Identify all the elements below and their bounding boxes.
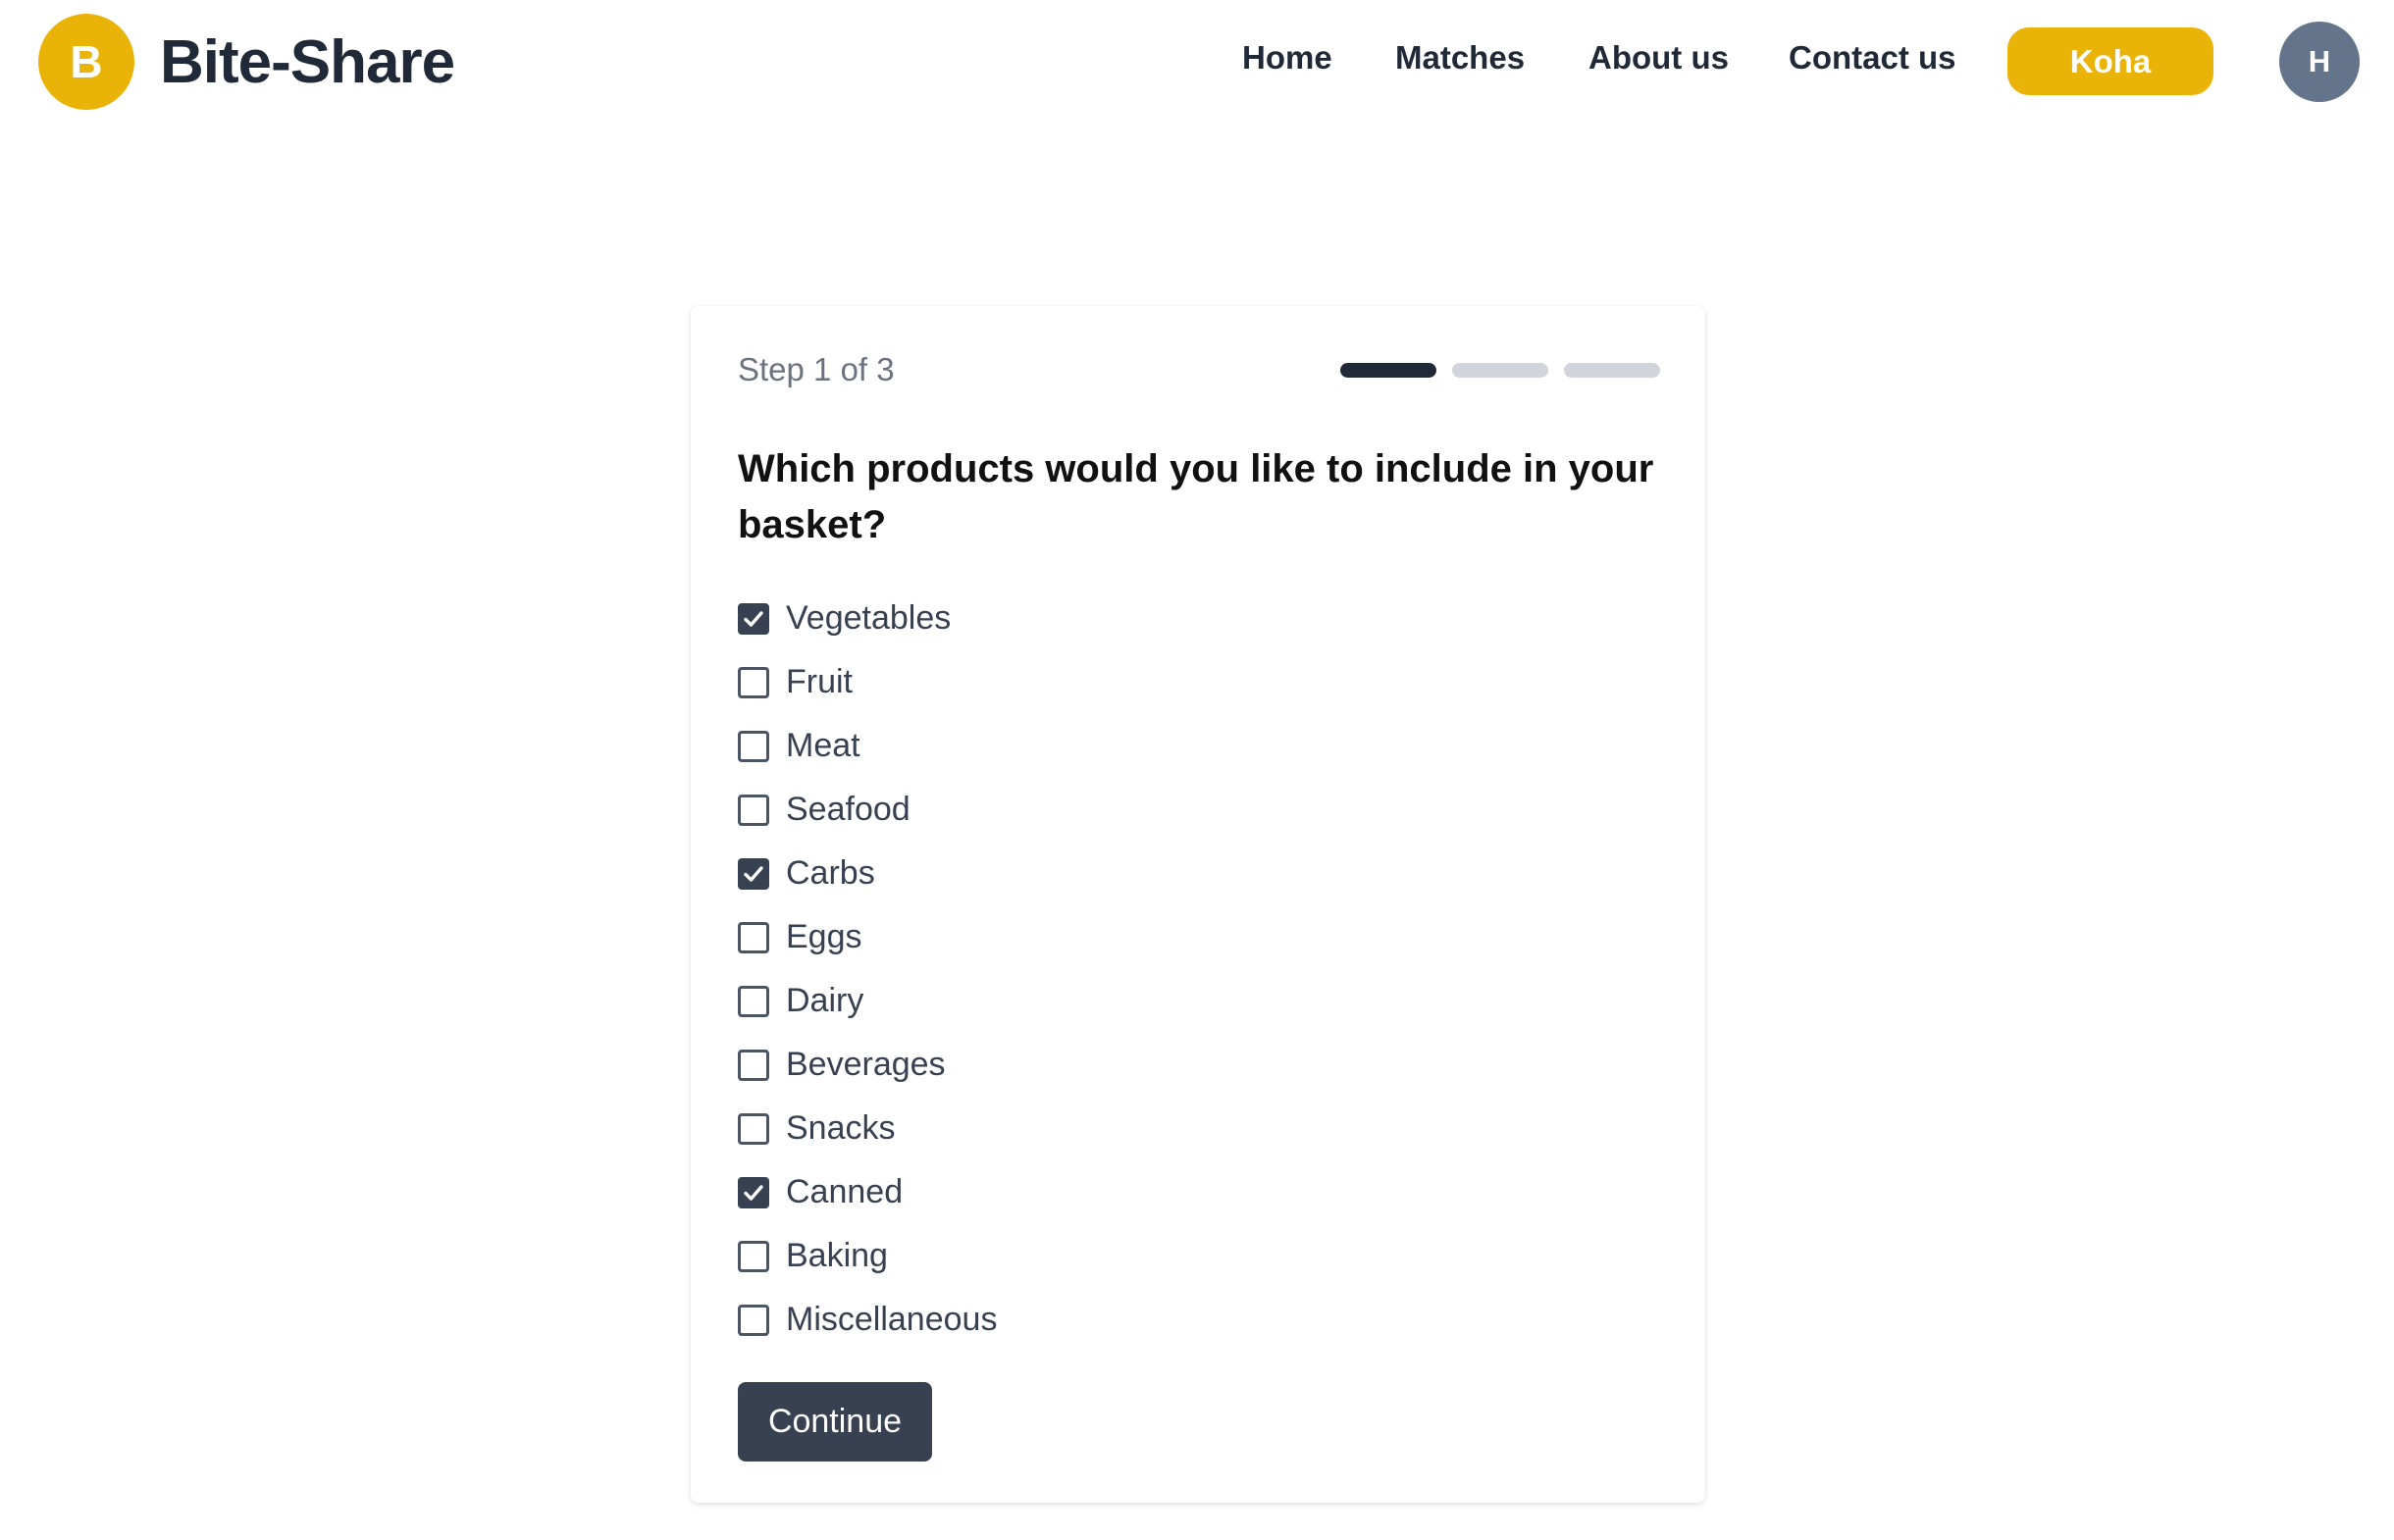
checkbox-dairy[interactable] (738, 985, 769, 1017)
option-label: Seafood (786, 791, 911, 828)
checkbox-snacks[interactable] (738, 1112, 769, 1145)
option-carbs[interactable]: Carbs (738, 842, 997, 905)
user-avatar[interactable]: H (2279, 22, 2360, 102)
checkbox-baking[interactable] (738, 1240, 769, 1272)
option-label: Baking (786, 1237, 888, 1274)
checkbox-fruit[interactable] (738, 666, 769, 698)
step-progress-bar (1340, 363, 1660, 378)
option-vegetables[interactable]: Vegetables (738, 587, 997, 650)
checkbox-eggs[interactable] (738, 921, 769, 953)
option-label: Vegetables (786, 599, 952, 637)
option-snacks[interactable]: Snacks (738, 1097, 997, 1160)
option-dairy[interactable]: Dairy (738, 969, 997, 1033)
checkbox-vegetables[interactable] (738, 602, 769, 635)
wizard-card: Step 1 of 3 Which products would you lik… (691, 306, 1705, 1503)
continue-button[interactable]: Continue (738, 1382, 932, 1462)
checkmark-icon (744, 865, 763, 882)
nav-link-home[interactable]: Home (1242, 39, 1332, 77)
option-label: Eggs (786, 918, 862, 955)
question-heading: Which products would you like to include… (738, 447, 1654, 546)
checkbox-carbs[interactable] (738, 857, 769, 890)
option-label: Snacks (786, 1109, 896, 1147)
step-indicator-label: Step 1 of 3 (738, 351, 895, 387)
option-label: Fruit (786, 663, 853, 700)
nav-link-contact-us[interactable]: Contact us (1789, 39, 1956, 77)
option-label: Dairy (786, 982, 864, 1019)
progress-segment-1 (1340, 363, 1436, 378)
option-eggs[interactable]: Eggs (738, 905, 997, 969)
option-beverages[interactable]: Beverages (738, 1033, 997, 1097)
option-canned[interactable]: Canned (738, 1160, 997, 1224)
option-fruit[interactable]: Fruit (738, 650, 997, 714)
checkbox-canned[interactable] (738, 1176, 769, 1208)
option-meat[interactable]: Meat (738, 714, 997, 778)
option-label: Meat (786, 727, 860, 764)
option-label: Beverages (786, 1046, 946, 1083)
nav-link-matches[interactable]: Matches (1395, 39, 1525, 77)
option-label: Carbs (786, 854, 875, 892)
option-label: Miscellaneous (786, 1301, 998, 1338)
progress-segment-3 (1564, 363, 1660, 378)
checkbox-beverages[interactable] (738, 1049, 769, 1081)
option-miscellaneous[interactable]: Miscellaneous (738, 1288, 997, 1352)
option-seafood[interactable]: Seafood (738, 778, 997, 842)
product-options-list: Vegetables Fruit Meat Seafood Carbs Eggs Dairy… (738, 587, 997, 1352)
koha-button[interactable]: Koha (2007, 27, 2213, 95)
checkbox-meat[interactable] (738, 730, 769, 762)
nav-links: Home Matches About us Contact us Koha H (0, 0, 2394, 124)
checkmark-icon (744, 610, 763, 627)
checkmark-icon (744, 1184, 763, 1201)
navbar: B Bite-Share Home Matches About us Conta… (0, 0, 2394, 124)
option-baking[interactable]: Baking (738, 1224, 997, 1288)
checkbox-miscellaneous[interactable] (738, 1304, 769, 1336)
checkbox-seafood[interactable] (738, 794, 769, 826)
progress-segment-2 (1452, 363, 1548, 378)
option-label: Canned (786, 1173, 904, 1210)
nav-link-about-us[interactable]: About us (1588, 39, 1729, 77)
